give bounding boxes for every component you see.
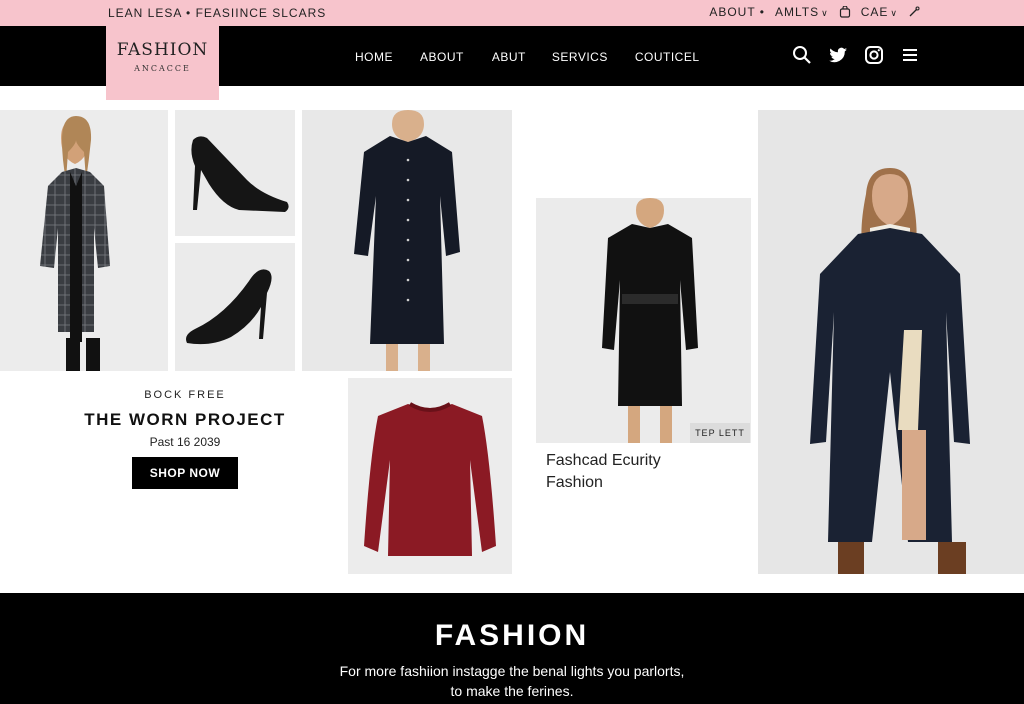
product-image-navy-dress[interactable] (302, 110, 512, 371)
chevron-down-icon: ∨ (890, 8, 898, 18)
footer-line-2: to make the ferines. (450, 683, 574, 699)
product-image-navy-coat[interactable] (758, 110, 1024, 574)
feature-title: THE WORN PROJECT (84, 410, 286, 429)
promo-link-cae[interactable]: CAE ∨ (861, 5, 898, 19)
product-image-plaid-blazer[interactable] (0, 110, 168, 371)
promo-bar: LEAN LESA • FEASIINCE SLCARS ABOUT • AML… (0, 0, 1024, 26)
logo-title: FASHION (116, 40, 209, 60)
product-image-black-heel[interactable] (175, 243, 295, 371)
footer: FASHION For more fashiion instagge the b… (0, 593, 1024, 704)
nav-about[interactable]: ABOUT (420, 50, 464, 64)
promo-link-about[interactable]: ABOUT • (709, 5, 765, 19)
nav-services[interactable]: SERVICS (552, 50, 608, 64)
promo-links: ABOUT • AMLTS ∨ CAE ∨ (709, 5, 920, 19)
search-icon[interactable] (792, 45, 812, 65)
promo-text: LEAN LESA • FEASIINCE SLCARS (108, 6, 327, 20)
nav-couticel[interactable]: COUTICEL (635, 50, 700, 64)
product-image-black-belted-dress[interactable] (536, 198, 751, 443)
nav-icons (792, 45, 920, 65)
nav-home[interactable]: HOME (355, 50, 393, 64)
chevron-down-icon: ∨ (821, 8, 829, 18)
brand-logo[interactable]: FASHION ANCACCE (106, 26, 219, 100)
nav-abut[interactable]: ABUT (492, 50, 526, 64)
main-menu: HOME ABOUT ABUT SERVICS COUTICEL (355, 50, 700, 64)
logo-tagline: ANCACCE (134, 64, 191, 73)
twitter-icon[interactable] (828, 45, 848, 65)
caption-line-2: Fashion (546, 474, 603, 491)
feature-block: BOCK FREE THE WORN PROJECT Past 16 2039 … (60, 389, 310, 489)
footer-title: FASHION (434, 619, 590, 652)
instagram-icon[interactable] (864, 45, 884, 65)
feature-eyebrow: BOCK FREE (144, 389, 226, 401)
caption-line-1: Fashcad Ecurity (546, 452, 661, 469)
shop-now-button[interactable]: SHOP NOW (131, 457, 239, 489)
feature-date: Past 16 2039 (149, 435, 221, 449)
footer-text: For more fashiion instagge the benal lig… (0, 661, 1024, 701)
footer-line-1: For more fashiion instagge the benal lig… (339, 663, 685, 679)
wand-icon[interactable] (908, 6, 920, 18)
product-image-black-pump[interactable] (175, 110, 295, 236)
product-tag: TEP LETT (690, 423, 750, 443)
bag-icon[interactable] (839, 6, 851, 18)
menu-icon[interactable] (900, 45, 920, 65)
product-image-red-sweater[interactable] (348, 378, 512, 574)
product-caption: Fashcad Ecurity Fashion (546, 450, 661, 494)
promo-link-amlts[interactable]: AMLTS ∨ (775, 5, 829, 19)
